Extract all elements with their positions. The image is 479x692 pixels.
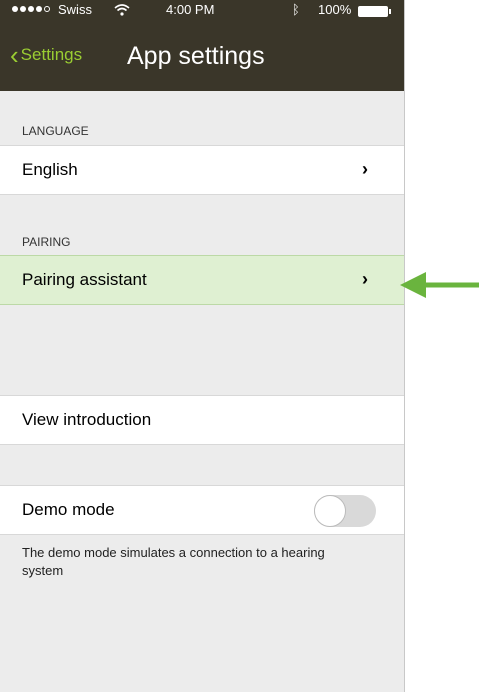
bluetooth-icon: ᛒ xyxy=(292,2,300,17)
back-button-label: Settings xyxy=(20,45,83,64)
navigation-header: Swiss 4:00 PM ᛒ 100% ‹ Settings App sett… xyxy=(0,0,404,91)
battery-icon xyxy=(358,6,391,17)
language-value: English xyxy=(22,160,78,179)
status-bar: Swiss 4:00 PM ᛒ 100% xyxy=(0,0,404,22)
view-introduction-label: View introduction xyxy=(22,410,152,429)
chevron-right-icon: › xyxy=(362,269,368,289)
phone-screen: Swiss 4:00 PM ᛒ 100% ‹ Settings App sett… xyxy=(0,0,405,692)
battery-percent: 100% xyxy=(318,2,352,17)
back-button[interactable]: ‹ Settings xyxy=(10,40,83,70)
section-header-pairing: PAIRING xyxy=(22,235,71,249)
demo-mode-label: Demo mode xyxy=(22,500,115,519)
chevron-right-icon: › xyxy=(362,159,368,179)
page-title: App settings xyxy=(127,42,265,70)
arrow-left-icon xyxy=(400,270,479,305)
view-introduction-row[interactable]: View introduction xyxy=(0,395,404,445)
demo-mode-toggle[interactable] xyxy=(314,495,376,527)
signal-strength-icon xyxy=(12,6,50,12)
wifi-icon xyxy=(114,3,130,20)
pairing-assistant-label: Pairing assistant xyxy=(22,270,147,289)
toggle-knob xyxy=(314,495,346,527)
language-row[interactable]: English › xyxy=(0,145,404,195)
section-header-language: LANGUAGE xyxy=(22,124,89,138)
demo-mode-row: Demo mode xyxy=(0,485,404,535)
carrier-label: Swiss xyxy=(58,2,92,17)
chevron-left-icon: ‹ xyxy=(10,40,19,70)
status-time: 4:00 PM xyxy=(166,2,215,17)
demo-mode-description: The demo mode simulates a connection to … xyxy=(22,545,325,578)
pairing-assistant-row[interactable]: Pairing assistant › xyxy=(0,255,404,305)
